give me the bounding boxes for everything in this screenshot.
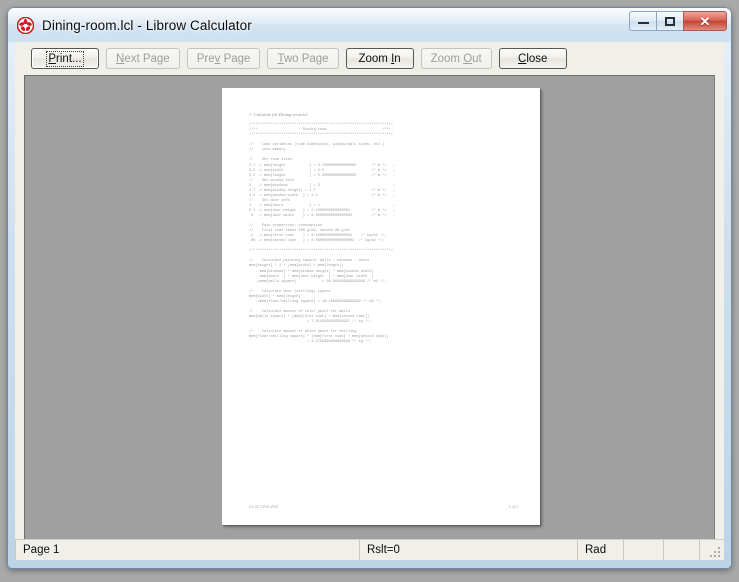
window-controls: ✕ (629, 11, 727, 31)
zoom-in-button[interactable]: Zoom In (345, 48, 414, 69)
prev-page-button[interactable]: Prev Page (186, 48, 261, 69)
desktop-backdrop: Dining-room.lcl - Librow Calculator ✕ Pr… (0, 0, 739, 582)
statusbar-resize-grip[interactable] (700, 540, 724, 560)
two-page-button[interactable]: Two Page (267, 48, 339, 69)
statusbar: Page 1 Rslt=0 Rad (15, 539, 724, 560)
next-page-button[interactable]: Next Page (106, 48, 180, 69)
two-page-button-label: Two Page (277, 52, 329, 65)
close-icon: ✕ (699, 13, 711, 29)
close-window-button[interactable]: ✕ (683, 11, 727, 31)
document-source-code: /***************************************… (249, 123, 396, 345)
minimize-icon (637, 19, 649, 24)
close-preview-button[interactable]: Close (498, 48, 567, 69)
statusbar-result: Rslt=0 (360, 540, 578, 560)
prev-page-button-label: Prev Page (196, 52, 251, 65)
document-header-line: // Calculate file Dining-room.lcl (249, 112, 308, 118)
preview-page-sheet[interactable]: // Calculate file Dining-room.lcl /******… (222, 88, 540, 525)
statusbar-pane-5 (664, 540, 700, 560)
document-footer-date: 21:02 2 Feb 2011 (249, 504, 279, 509)
document-text-block: // Calculate file Dining-room.lcl /******… (249, 102, 524, 515)
zoom-out-button[interactable]: Zoom Out (420, 48, 492, 69)
zoom-out-button-label: Zoom Out (430, 52, 482, 65)
application-window: Dining-room.lcl - Librow Calculator ✕ Pr… (8, 8, 731, 568)
app-flower-icon (16, 16, 35, 34)
document-footer-pagenum: 1 of 1 (508, 504, 518, 509)
statusbar-page-indicator: Page 1 (15, 540, 360, 560)
client-area: Print... Next Page Prev Page Two Page Zo… (15, 42, 724, 560)
print-button-label: Print... (46, 50, 84, 67)
window-title: Dining-room.lcl - Librow Calculator (42, 17, 252, 33)
zoom-in-button-label: Zoom In (358, 52, 401, 65)
statusbar-angle-mode[interactable]: Rad (578, 540, 624, 560)
next-page-button-label: Next Page (116, 52, 170, 65)
maximize-icon (665, 16, 675, 26)
print-button[interactable]: Print... (31, 48, 99, 69)
close-preview-button-label: Close (518, 52, 548, 65)
statusbar-pane-4 (624, 540, 664, 560)
maximize-button[interactable] (656, 11, 684, 31)
document-footer: 21:02 2 Feb 2011 1 of 1 (249, 504, 518, 509)
minimize-button[interactable] (629, 11, 657, 31)
print-preview-toolbar: Print... Next Page Prev Page Two Page Zo… (15, 42, 724, 75)
print-preview-canvas[interactable]: // Calculate file Dining-room.lcl /******… (24, 75, 715, 541)
titlebar[interactable]: Dining-room.lcl - Librow Calculator ✕ (8, 8, 731, 42)
